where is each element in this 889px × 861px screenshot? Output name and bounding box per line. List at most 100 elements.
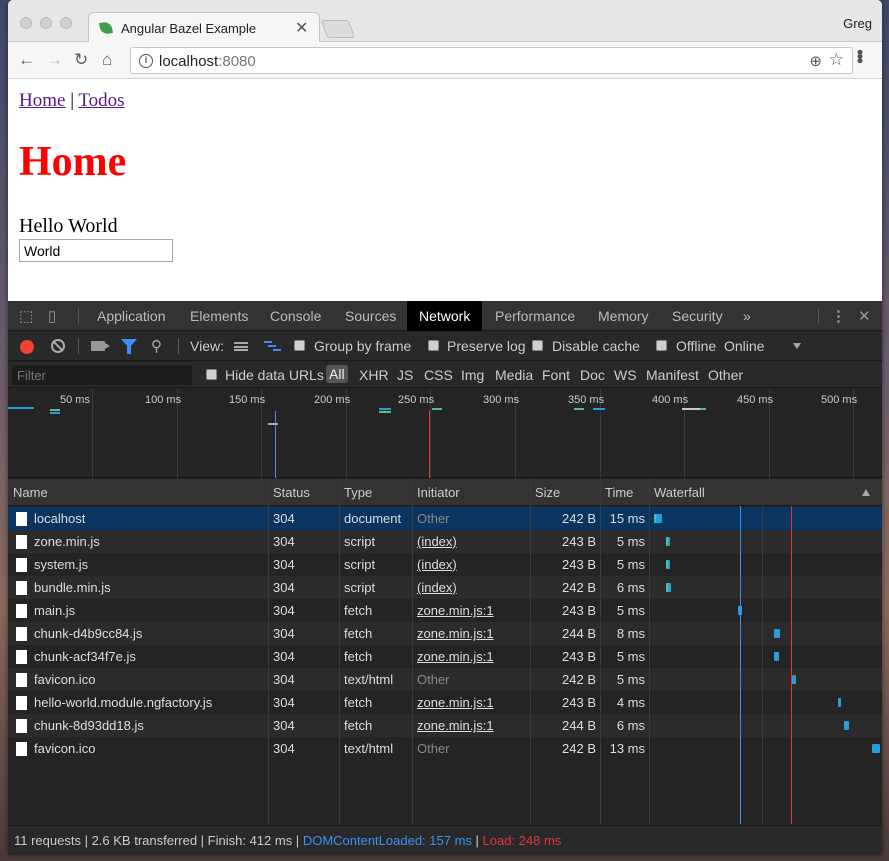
chevron-down-icon[interactable] [793, 343, 801, 349]
tab-console[interactable]: Console [258, 301, 333, 331]
request-initiator[interactable]: (index) [417, 576, 527, 599]
hide-data-urls-label: Hide data URLs [225, 367, 324, 383]
browser-tab[interactable]: Angular Bazel Example ✕ [88, 12, 320, 43]
minimize-window-button[interactable] [40, 17, 52, 29]
column-size[interactable]: Size [530, 479, 560, 506]
filter-type-img[interactable]: Img [461, 367, 484, 383]
column-divider [600, 479, 601, 824]
tab-memory[interactable]: Memory [586, 301, 661, 331]
address-bar[interactable]: i localhost:8080 ⊕ ☆ [130, 47, 853, 74]
hide-data-urls-checkbox[interactable] [206, 369, 217, 380]
view-label: View: [190, 338, 224, 354]
request-initiator[interactable]: zone.min.js:1 [417, 645, 527, 668]
request-size: 243 B [562, 695, 596, 710]
filter-type-ws[interactable]: WS [614, 367, 637, 383]
tab-elements[interactable]: Elements [178, 301, 260, 331]
request-initiator[interactable]: zone.min.js:1 [417, 691, 527, 714]
overview-request-bar [50, 409, 60, 411]
home-link[interactable]: Home [19, 90, 65, 111]
sort-ascending-icon[interactable] [862, 489, 870, 496]
request-initiator[interactable]: zone.min.js:1 [417, 622, 527, 645]
request-initiator[interactable]: (index) [417, 530, 527, 553]
timeline-overview[interactable]: 50 ms 100 ms 150 ms 200 ms 250 ms 300 ms 350 m… [8, 389, 882, 478]
close-tab-icon[interactable]: ✕ [295, 18, 308, 38]
column-status[interactable]: Status [268, 479, 310, 506]
request-initiator[interactable]: zone.min.js:1 [417, 599, 527, 622]
filter-input[interactable] [12, 365, 192, 385]
filter-type-all[interactable]: All [326, 365, 348, 383]
waterfall-bar [774, 652, 779, 661]
preserve-log-checkbox[interactable] [428, 340, 439, 351]
bookmark-star-icon[interactable]: ☆ [829, 50, 844, 70]
table-row[interactable]: hello-world.module.ngfactory.js 304 fetch z… [8, 691, 882, 714]
back-arrow-icon[interactable]: ← [18, 51, 35, 69]
request-initiator[interactable]: (index) [417, 553, 527, 576]
divider [178, 338, 179, 354]
search-icon[interactable]: ⚲ [151, 337, 162, 355]
filter-type-doc[interactable]: Doc [580, 367, 605, 383]
close-window-button[interactable] [20, 17, 32, 29]
home-icon[interactable]: ⌂ [102, 51, 112, 69]
column-name[interactable]: Name [8, 479, 48, 506]
large-rows-view-icon[interactable] [234, 342, 248, 351]
waterfall-bar [792, 675, 796, 684]
maximize-window-button[interactable] [60, 17, 72, 29]
table-row[interactable]: localhost 304 document Other 242 B 15 ms [8, 507, 882, 530]
tab-sources[interactable]: Sources [333, 301, 408, 331]
column-time[interactable]: Time [600, 479, 633, 506]
todos-link[interactable]: Todos [78, 90, 124, 111]
column-initiator[interactable]: Initiator [412, 479, 460, 506]
overview-toggle-icon[interactable] [264, 341, 282, 352]
waterfall-bar [844, 721, 849, 730]
device-toolbar-icon[interactable]: ▯ [48, 307, 56, 325]
url-text: localhost:8080 [159, 53, 256, 70]
filter-type-media[interactable]: Media [495, 367, 533, 383]
filter-type-js[interactable]: JS [397, 367, 413, 383]
tab-network[interactable]: Network [407, 301, 483, 331]
clear-icon[interactable] [51, 339, 65, 353]
column-waterfall[interactable]: Waterfall [649, 479, 705, 506]
filter-type-other[interactable]: Other [708, 367, 743, 383]
column-type[interactable]: Type [339, 479, 372, 506]
inspect-element-icon[interactable]: ⬚ [19, 307, 33, 325]
disable-cache-label: Disable cache [552, 338, 640, 354]
filter-type-xhr[interactable]: XHR [359, 367, 389, 383]
capture-screenshots-icon[interactable] [91, 341, 110, 351]
overview-tick-label: 200 ms [314, 394, 351, 406]
overview-request-bar [379, 408, 391, 410]
forward-arrow-icon[interactable]: → [46, 51, 63, 69]
zoom-icon[interactable]: ⊕ [809, 52, 822, 70]
table-row[interactable]: chunk-8d93dd18.js 304 fetch zone.min.js:1 24… [8, 714, 882, 737]
filter-type-manifest[interactable]: Manifest [646, 367, 699, 383]
tab-application[interactable]: Application [85, 301, 178, 331]
offline-checkbox[interactable] [656, 340, 667, 351]
profile-name[interactable]: Greg [843, 16, 872, 31]
table-row[interactable]: favicon.ico 304 text/html Other 242 B 5 ms [8, 668, 882, 691]
table-row[interactable]: zone.min.js 304 script (index) 243 B 5 ms [8, 530, 882, 553]
greeting-text: Hello World [19, 215, 118, 237]
filter-type-font[interactable]: Font [542, 367, 570, 383]
new-tab-button[interactable] [320, 20, 356, 38]
browser-menu-icon[interactable]: ••• [849, 49, 870, 62]
table-row[interactable]: favicon.ico 304 text/html Other 242 B 13 ms [8, 737, 882, 760]
table-row[interactable]: bundle.min.js 304 script (index) 242 B 6 ms [8, 576, 882, 599]
throttle-select[interactable]: Online [724, 338, 764, 354]
filter-type-css[interactable]: CSS [424, 367, 453, 383]
group-by-frame-checkbox[interactable] [294, 340, 305, 351]
disable-cache-checkbox[interactable] [532, 340, 543, 351]
more-tabs-icon[interactable]: » [731, 301, 763, 331]
close-devtools-icon[interactable]: ✕ [858, 307, 871, 325]
table-row[interactable]: main.js 304 fetch zone.min.js:1 243 B 5 ms [8, 599, 882, 622]
devtools-menu-icon[interactable]: ⋮ [831, 307, 846, 325]
tab-performance[interactable]: Performance [483, 301, 587, 331]
table-row[interactable]: system.js 304 script (index) 243 B 5 ms [8, 553, 882, 576]
name-input[interactable] [19, 239, 173, 262]
reload-icon[interactable]: ↻ [74, 51, 88, 69]
tab-security[interactable]: Security [660, 301, 735, 331]
request-initiator[interactable]: zone.min.js:1 [417, 714, 527, 737]
filter-icon[interactable] [121, 339, 137, 354]
record-button[interactable] [20, 340, 34, 354]
table-row[interactable]: chunk-acf34f7e.js 304 fetch zone.min.js:1 24… [8, 645, 882, 668]
table-row[interactable]: chunk-d4b9cc84.js 304 fetch zone.min.js:1 24… [8, 622, 882, 645]
info-icon[interactable]: i [139, 54, 153, 68]
